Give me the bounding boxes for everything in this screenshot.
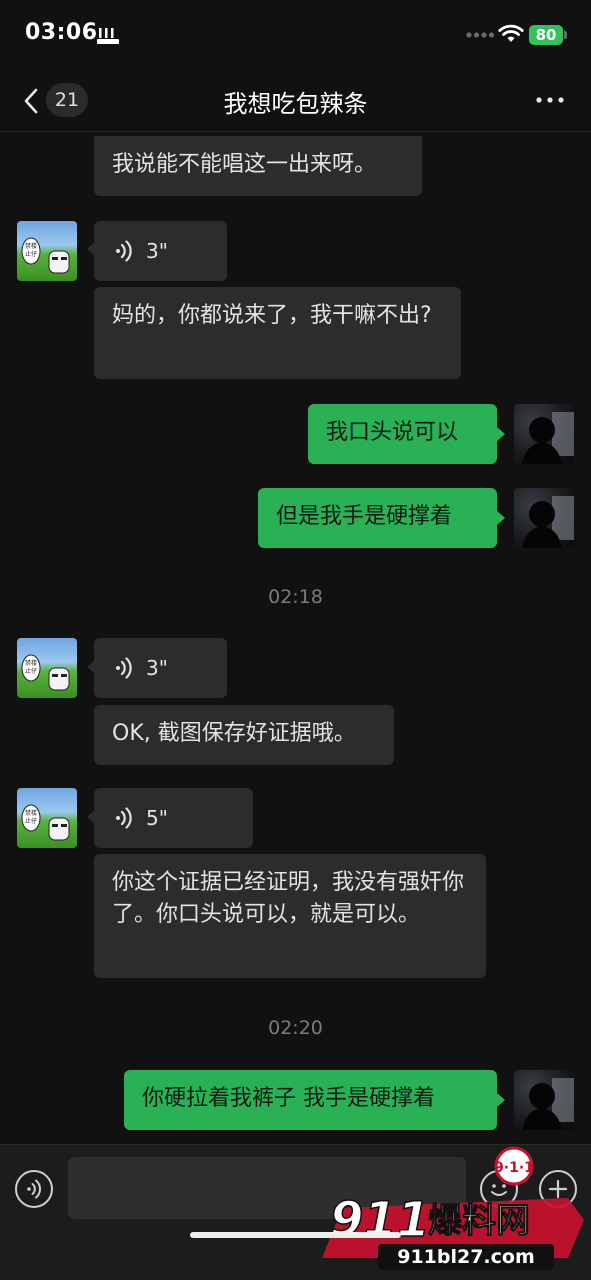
message-bubble-outgoing[interactable]: 你硬拉着我裤子 我手是硬撑着 [124, 1070, 497, 1130]
message-text: 妈的，你都说来了，我干嘛不出? [112, 303, 432, 328]
unread-count-badge[interactable]: 21 [46, 83, 88, 117]
voice-duration: 5" [146, 806, 168, 830]
bubble-tail [497, 427, 505, 441]
wifi-icon [498, 24, 524, 42]
voice-wave-icon [116, 807, 132, 829]
avatar-cartoon-icon: 禁楼 止仔 [21, 237, 70, 274]
bubble-tail [497, 1093, 505, 1107]
svg-text:止仔: 止仔 [25, 250, 37, 258]
chat-title: 我想吃包辣条 [223, 90, 368, 118]
message-text: 但是我手是硬撑着 [276, 504, 453, 529]
timestamp: 02:18 [268, 586, 323, 608]
voice-message[interactable]: 3" [94, 221, 227, 281]
watermark-logo: 9·1·1 911 爆料网 911bl27.com [318, 1146, 586, 1274]
back-chevron-icon[interactable] [20, 86, 42, 116]
svg-text:止仔: 止仔 [25, 667, 37, 675]
message-text: 我口头说可以 [326, 420, 459, 445]
contact-avatar[interactable]: 禁楼 止仔 [17, 788, 77, 848]
message-bubble-incoming[interactable]: 你这个证据已经证明，我没有强奸你了。你口头说可以，就是可以。 [94, 854, 486, 978]
message-text: OK, 截图保存好证据哦。 [112, 721, 356, 746]
svg-text:禁楼: 禁楼 [25, 809, 37, 817]
voice-message[interactable]: 5" [94, 788, 253, 848]
voice-duration: 3" [146, 239, 168, 263]
watermark-number: 911 [330, 1192, 430, 1248]
more-dots-icon[interactable] [534, 90, 566, 110]
chat-header: 21 我想吃包辣条 [0, 72, 591, 132]
watermark-badge: 9·1·1 [494, 1160, 534, 1176]
avatar-silhouette-icon [522, 1078, 574, 1130]
watermark-url: 911bl27.com [397, 1246, 535, 1268]
status-time: 03:06 [25, 20, 98, 45]
signal-status-icon [97, 28, 119, 44]
my-avatar[interactable] [514, 404, 574, 464]
voice-input-icon[interactable] [15, 1170, 53, 1208]
contact-avatar[interactable]: 禁楼 止仔 [17, 638, 77, 698]
battery-tip [564, 31, 567, 39]
message-text: 我说能不能唱这一出来呀。 [112, 152, 377, 177]
contact-avatar[interactable]: 禁楼 止仔 [17, 221, 77, 281]
voice-message[interactable]: 3" [94, 638, 227, 698]
svg-text:禁楼: 禁楼 [25, 659, 37, 667]
message-bubble-incoming[interactable]: 我说能不能唱这一出来呀。 [94, 136, 422, 196]
home-indicator[interactable] [190, 1232, 401, 1238]
message-text: 你这个证据已经证明，我没有强奸你了。你口头说可以，就是可以。 [112, 870, 465, 927]
my-avatar[interactable] [514, 488, 574, 548]
avatar-silhouette-icon [522, 412, 574, 464]
signal-dots-icon [466, 32, 494, 38]
status-bar: 03:06 80 [0, 0, 591, 72]
message-bubble-incoming[interactable]: OK, 截图保存好证据哦。 [94, 705, 394, 765]
message-bubble-outgoing[interactable]: 但是我手是硬撑着 [258, 488, 497, 548]
battery-level: 80 [529, 25, 563, 45]
message-text: 你硬拉着我裤子 我手是硬撑着 [142, 1086, 435, 1111]
bubble-tail [497, 511, 505, 525]
message-bubble-outgoing[interactable]: 我口头说可以 [308, 404, 497, 464]
avatar-cartoon-icon: 禁楼 止仔 [21, 804, 70, 841]
avatar-cartoon-icon: 禁楼 止仔 [21, 654, 70, 691]
voice-wave-icon [116, 657, 132, 679]
voice-duration: 3" [146, 656, 168, 680]
message-bubble-incoming[interactable]: 妈的，你都说来了，我干嘛不出? [94, 287, 461, 379]
svg-text:禁楼: 禁楼 [25, 242, 37, 250]
avatar-silhouette-icon [522, 496, 574, 548]
timestamp: 02:20 [268, 1017, 323, 1039]
voice-wave-icon [116, 240, 132, 262]
watermark-title: 爆料网 [428, 1201, 530, 1241]
my-avatar[interactable] [514, 1070, 574, 1130]
svg-text:止仔: 止仔 [25, 817, 37, 825]
